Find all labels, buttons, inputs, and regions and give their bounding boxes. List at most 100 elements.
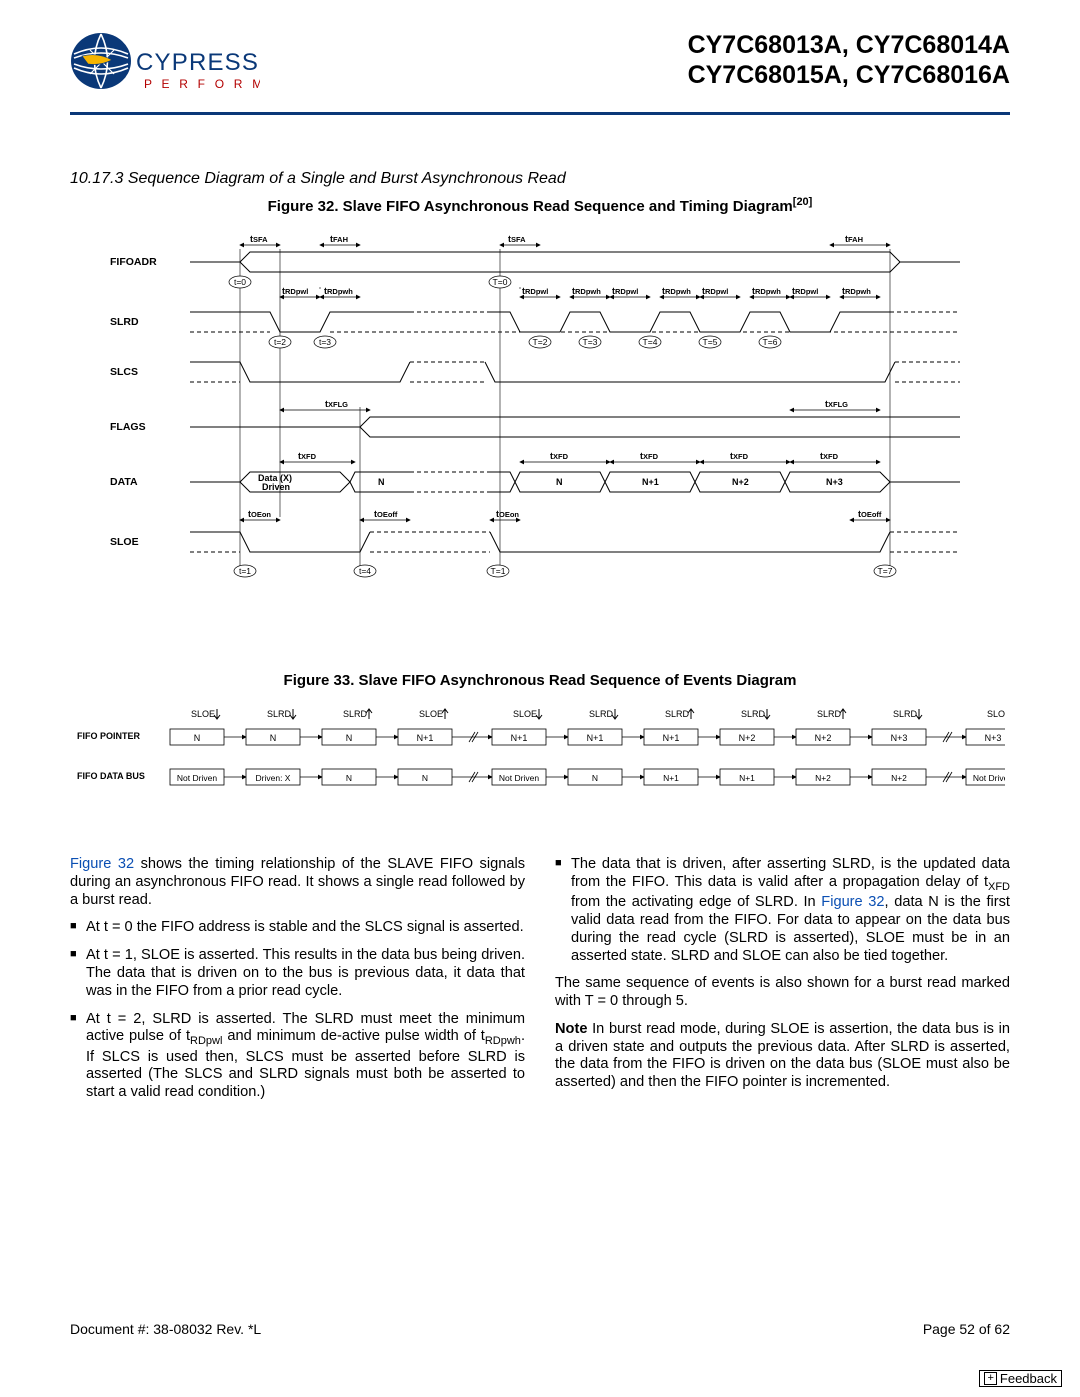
svg-text:N: N bbox=[592, 773, 598, 783]
svg-text:N: N bbox=[378, 477, 385, 487]
svg-text:tRDpwh: tRDpwh bbox=[572, 286, 601, 296]
svg-text:Driven: X: Driven: X bbox=[256, 773, 291, 783]
part-number-line2: CY7C68015A, CY7C68016A bbox=[688, 60, 1010, 90]
cypress-logo-icon: CYPRESS P E R F O R M bbox=[70, 30, 260, 108]
left-col: Figure 32 shows the timing relationship … bbox=[70, 856, 525, 1112]
svg-text:SLRD: SLRD bbox=[665, 709, 690, 719]
svg-text:tSFA: tSFA bbox=[508, 234, 526, 244]
svg-text:N+1: N+1 bbox=[642, 477, 659, 487]
svg-text:t=0: t=0 bbox=[234, 277, 246, 287]
svg-text:tOEon: tOEon bbox=[496, 509, 519, 519]
svg-text:N+1: N+1 bbox=[587, 733, 604, 743]
svg-text:SLOE: SLOE bbox=[987, 709, 1005, 719]
svg-text:Driven: Driven bbox=[262, 482, 290, 492]
link-fig32[interactable]: Figure 32 bbox=[70, 856, 134, 872]
logo-text-top: CYPRESS bbox=[136, 49, 259, 76]
svg-text:t=4: t=4 bbox=[359, 566, 371, 576]
figure32-caption-text: Figure 32. Slave FIFO Asynchronous Read … bbox=[268, 198, 793, 215]
svg-text:tRDpwh: tRDpwh bbox=[662, 286, 691, 296]
svg-text:tRDpwl: tRDpwl bbox=[792, 286, 818, 296]
sig-data: DATA bbox=[110, 476, 138, 488]
svg-text:SLRD: SLRD bbox=[817, 709, 842, 719]
ev-row-databus: FIFO DATA BUS bbox=[77, 771, 145, 781]
page-footer: Document #: 38-08032 Rev. *L Page 52 of … bbox=[70, 1321, 1010, 1337]
svg-text:N+1: N+1 bbox=[739, 773, 755, 783]
svg-text:Not Driven: Not Driven bbox=[973, 773, 1005, 783]
logo: CYPRESS P E R F O R M bbox=[70, 30, 260, 108]
svg-text:SLRD: SLRD bbox=[343, 709, 368, 719]
bullet-t0: At t = 0 the FIFO address is stable and … bbox=[70, 919, 525, 937]
svg-text:tXFD: tXFD bbox=[550, 451, 569, 461]
figure33-caption: Figure 33. Slave FIFO Asynchronous Read … bbox=[70, 672, 1010, 689]
svg-text:N+1: N+1 bbox=[663, 733, 680, 743]
svg-text:N: N bbox=[194, 733, 201, 743]
svg-text:N+3: N+3 bbox=[891, 733, 908, 743]
svg-text:tRDpwh: tRDpwh bbox=[842, 286, 871, 296]
section-heading: 10.17.3 Sequence Diagram of a Single and… bbox=[70, 170, 1010, 188]
part-number-line1: CY7C68013A, CY7C68014A bbox=[688, 30, 1010, 60]
svg-text:tXFD: tXFD bbox=[298, 451, 317, 461]
page-root: CYPRESS P E R F O R M CY7C68013A, CY7C68… bbox=[0, 0, 1080, 1397]
feedback-label: Feedback bbox=[1000, 1371, 1057, 1386]
svg-text:T=5: T=5 bbox=[703, 337, 718, 347]
svg-text:N+2: N+2 bbox=[732, 477, 749, 487]
svg-text:SLOE: SLOE bbox=[513, 709, 537, 719]
bullet-t1: At t = 1, SLOE is asserted. This results… bbox=[70, 947, 525, 1000]
link-fig32-2[interactable]: Figure 32 bbox=[821, 894, 884, 910]
svg-text:tXFD: tXFD bbox=[730, 451, 749, 461]
svg-text:N: N bbox=[346, 733, 353, 743]
svg-text:SLRD: SLRD bbox=[741, 709, 766, 719]
svg-text:N+3: N+3 bbox=[826, 477, 843, 487]
sig-slcs: SLCS bbox=[110, 366, 138, 378]
svg-text:N+1: N+1 bbox=[511, 733, 528, 743]
svg-text:N+2: N+2 bbox=[891, 773, 907, 783]
feedback-button[interactable]: + Feedback bbox=[979, 1370, 1062, 1387]
logo-text-bottom: P E R F O R M bbox=[144, 77, 260, 91]
para-burst: The same sequence of events is also show… bbox=[555, 975, 1010, 1011]
svg-text:N+1: N+1 bbox=[663, 773, 679, 783]
svg-text:tXFD: tXFD bbox=[820, 451, 839, 461]
svg-text:SLRD: SLRD bbox=[893, 709, 918, 719]
para-note: Note In burst read mode, during SLOE is … bbox=[555, 1021, 1010, 1092]
svg-text:N: N bbox=[346, 773, 352, 783]
page-header: CYPRESS P E R F O R M CY7C68013A, CY7C68… bbox=[70, 30, 1010, 115]
svg-text:N+2: N+2 bbox=[815, 733, 832, 743]
svg-text:Not Driven: Not Driven bbox=[177, 773, 217, 783]
svg-text:SLRD: SLRD bbox=[267, 709, 292, 719]
sig-flags: FLAGS bbox=[110, 421, 146, 433]
doc-number: Document #: 38-08032 Rev. *L bbox=[70, 1321, 261, 1337]
svg-text:N+3: N+3 bbox=[985, 733, 1002, 743]
svg-text:tRDpwl: tRDpwl bbox=[612, 286, 638, 296]
svg-text:SLOE: SLOE bbox=[419, 709, 443, 719]
page-number: Page 52 of 62 bbox=[923, 1321, 1010, 1337]
svg-text:N: N bbox=[556, 477, 563, 487]
svg-text:tOEoff: tOEoff bbox=[858, 509, 882, 519]
svg-text:tOEon: tOEon bbox=[248, 509, 271, 519]
svg-text:tXFD: tXFD bbox=[640, 451, 659, 461]
svg-text:t=3: t=3 bbox=[319, 337, 331, 347]
right-col: The data that is driven, after asserting… bbox=[555, 856, 1010, 1112]
svg-text:tXFLG: tXFLG bbox=[325, 399, 348, 409]
svg-text:N+2: N+2 bbox=[815, 773, 831, 783]
svg-text:SLRD: SLRD bbox=[589, 709, 614, 719]
bullet-data-driven: The data that is driven, after asserting… bbox=[555, 856, 1010, 965]
svg-text:tFAH: tFAH bbox=[330, 234, 348, 244]
svg-text:T=3: T=3 bbox=[583, 337, 598, 347]
svg-text:tRDpwh: tRDpwh bbox=[752, 286, 781, 296]
svg-text:T=0: T=0 bbox=[493, 277, 508, 287]
svg-text:tXFLG: tXFLG bbox=[825, 399, 848, 409]
sig-sloe: SLOE bbox=[110, 536, 139, 548]
svg-text:tOEoff: tOEoff bbox=[374, 509, 398, 519]
svg-text:tRDpwl: tRDpwl bbox=[702, 286, 728, 296]
figure32-timing-diagram: FIFOADR SLRD SLCS FLAGS DATA SLOE tSFA t… bbox=[90, 227, 990, 602]
bullet-t2: At t = 2, SLRD is asserted. The SLRD mus… bbox=[70, 1011, 525, 1103]
plus-icon: + bbox=[984, 1372, 996, 1385]
svg-text:Not Driven: Not Driven bbox=[499, 773, 539, 783]
sig-slrd: SLRD bbox=[110, 316, 139, 328]
svg-text:t=1: t=1 bbox=[239, 566, 251, 576]
svg-text:N: N bbox=[422, 773, 428, 783]
figure32-caption: Figure 32. Slave FIFO Asynchronous Read … bbox=[70, 196, 1010, 215]
svg-text:T=2: T=2 bbox=[533, 337, 548, 347]
svg-text:t=2: t=2 bbox=[274, 337, 286, 347]
body-columns: Figure 32 shows the timing relationship … bbox=[70, 856, 1010, 1112]
